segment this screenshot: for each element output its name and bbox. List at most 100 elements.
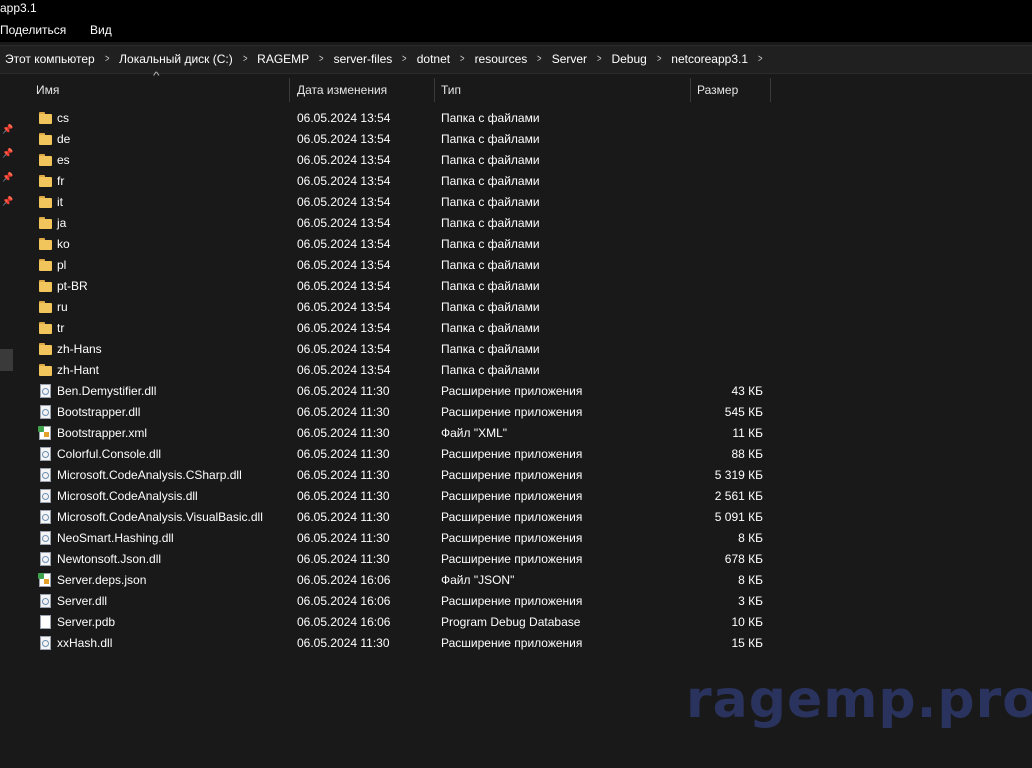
file-row[interactable]: Server.dll 06.05.2024 16:06 Расширение при…: [22, 591, 782, 612]
breadcrumb-item[interactable]: Debug: [611, 52, 646, 66]
file-row[interactable]: Colorful.Console.dll 06.05.2024 11:30 Расш…: [22, 444, 782, 465]
file-type: Папка с файлами: [441, 174, 540, 188]
file-name: pt-BR: [57, 279, 88, 293]
chevron-right-icon[interactable]: >: [105, 53, 110, 65]
file-name: it: [57, 195, 63, 209]
ribbon: Поделиться Вид: [0, 18, 1032, 42]
file-date: 06.05.2024 11:30: [297, 405, 390, 419]
file-date: 06.05.2024 11:30: [297, 531, 390, 545]
column-header-size[interactable]: Размер: [691, 78, 771, 102]
file-row[interactable]: pt-BR 06.05.2024 13:54 Папка с файлами: [22, 276, 782, 297]
chevron-right-icon[interactable]: >: [537, 53, 542, 65]
file-date: 06.05.2024 13:54: [297, 174, 391, 188]
file-size: 43 КБ: [731, 384, 763, 398]
file-type: Папка с файлами: [441, 300, 540, 314]
file-type: Папка с файлами: [441, 195, 540, 209]
address-bar[interactable]: Этот компьютер > Локальный диск (C:) > RAGEM…: [0, 45, 1032, 74]
file-date: 06.05.2024 11:30: [297, 468, 390, 482]
file-name: fr: [57, 174, 65, 188]
file-row[interactable]: Microsoft.CodeAnalysis.dll 06.05.2024 11:…: [22, 486, 782, 507]
file-row[interactable]: Bootstrapper.xml 06.05.2024 11:30 Файл "XM…: [22, 423, 782, 444]
file-date: 06.05.2024 13:54: [297, 195, 391, 209]
breadcrumb-item[interactable]: netcoreapp3.1: [671, 52, 748, 66]
file-row[interactable]: Bootstrapper.dll 06.05.2024 11:30 Расширен…: [22, 402, 782, 423]
file-size: 2 561 КБ: [714, 489, 763, 503]
breadcrumb-item[interactable]: server-files: [334, 52, 393, 66]
column-header-name[interactable]: Имя: [30, 78, 290, 102]
file-name: Newtonsoft.Json.dll: [57, 552, 162, 566]
pin-icon[interactable]: 📌: [2, 124, 13, 134]
column-header-date[interactable]: Дата изменения: [291, 78, 435, 102]
file-name: Microsoft.CodeAnalysis.dll: [57, 489, 198, 503]
blank-file-icon: [40, 615, 51, 629]
breadcrumb-item[interactable]: RAGEMP: [257, 52, 309, 66]
navigation-selected-item[interactable]: [0, 349, 13, 371]
file-size: 678 КБ: [724, 552, 763, 566]
chevron-right-icon[interactable]: >: [657, 53, 662, 65]
file-row[interactable]: xxHash.dll 06.05.2024 11:30 Расширение при…: [22, 633, 782, 654]
breadcrumb-item[interactable]: Локальный диск (C:): [119, 52, 233, 66]
file-row[interactable]: Newtonsoft.Json.dll 06.05.2024 11:30 Расши…: [22, 549, 782, 570]
file-type: Папка с файлами: [441, 342, 540, 356]
file-size: 11 КБ: [732, 426, 763, 440]
file-date: 06.05.2024 13:54: [297, 321, 391, 335]
file-row[interactable]: NeoSmart.Hashing.dll 06.05.2024 11:30 Расш…: [22, 528, 782, 549]
file-date: 06.05.2024 13:54: [297, 216, 391, 230]
file-type: Папка с файлами: [441, 258, 540, 272]
file-row[interactable]: Ben.Demystifier.dll 06.05.2024 11:30 Расши…: [22, 381, 782, 402]
file-date: 06.05.2024 16:06: [297, 594, 391, 608]
file-row[interactable]: Server.deps.json 06.05.2024 16:06 Файл "JS…: [22, 570, 782, 591]
file-row[interactable]: it 06.05.2024 13:54 Папка с файлами: [22, 192, 782, 213]
breadcrumb-item[interactable]: Server: [552, 52, 587, 66]
file-type: Расширение приложения: [441, 552, 583, 566]
file-list: cs 06.05.2024 13:54 Папка с файлами de 06.05…: [22, 108, 782, 654]
file-row[interactable]: ja 06.05.2024 13:54 Папка с файлами: [22, 213, 782, 234]
chevron-right-icon[interactable]: >: [758, 53, 763, 65]
file-type: Расширение приложения: [441, 510, 583, 524]
column-header-type[interactable]: Тип: [435, 78, 691, 102]
breadcrumb-item[interactable]: resources: [475, 52, 528, 66]
folder-icon: [39, 175, 52, 187]
file-date: 06.05.2024 13:54: [297, 279, 391, 293]
chevron-right-icon[interactable]: >: [597, 53, 602, 65]
breadcrumb-item[interactable]: Этот компьютер: [5, 52, 95, 66]
file-row[interactable]: fr 06.05.2024 13:54 Папка с файлами: [22, 171, 782, 192]
file-name: zh-Hans: [57, 342, 102, 356]
pin-icon[interactable]: 📌: [2, 196, 13, 206]
file-row[interactable]: tr 06.05.2024 13:54 Папка с файлами: [22, 318, 782, 339]
file-row[interactable]: ru 06.05.2024 13:54 Папка с файлами: [22, 297, 782, 318]
file-type: Расширение приложения: [441, 594, 583, 608]
dll-file-icon: [40, 384, 51, 398]
pin-icon[interactable]: 📌: [2, 148, 13, 158]
chevron-right-icon[interactable]: >: [243, 53, 248, 65]
dll-file-icon: [40, 510, 51, 524]
share-menu[interactable]: Поделиться: [0, 23, 66, 37]
file-row[interactable]: zh-Hans 06.05.2024 13:54 Папка с файлами: [22, 339, 782, 360]
file-row[interactable]: Server.pdb 06.05.2024 16:06 Program Debug …: [22, 612, 782, 633]
chevron-right-icon[interactable]: >: [402, 53, 407, 65]
file-date: 06.05.2024 13:54: [297, 363, 391, 377]
dll-file-icon: [40, 552, 51, 566]
file-row[interactable]: Microsoft.CodeAnalysis.VisualBasic.dll 06…: [22, 507, 782, 528]
file-type: Расширение приложения: [441, 384, 583, 398]
file-type: Файл "XML": [441, 426, 508, 440]
file-row[interactable]: ko 06.05.2024 13:54 Папка с файлами: [22, 234, 782, 255]
file-row[interactable]: pl 06.05.2024 13:54 Папка с файлами: [22, 255, 782, 276]
file-size: 545 КБ: [724, 405, 763, 419]
file-name: ja: [57, 216, 67, 230]
dll-file-icon: [40, 447, 51, 461]
chevron-right-icon[interactable]: >: [460, 53, 465, 65]
file-name: Ben.Demystifier.dll: [57, 384, 157, 398]
breadcrumb-item[interactable]: dotnet: [417, 52, 450, 66]
watermark-text: ragemp.pro: [686, 670, 1032, 730]
pin-icon[interactable]: 📌: [2, 172, 13, 182]
file-row[interactable]: cs 06.05.2024 13:54 Папка с файлами: [22, 108, 782, 129]
file-size: 10 КБ: [731, 615, 763, 629]
xml-file-icon: [38, 426, 51, 440]
file-row[interactable]: Microsoft.CodeAnalysis.CSharp.dll 06.05.2…: [22, 465, 782, 486]
file-row[interactable]: es 06.05.2024 13:54 Папка с файлами: [22, 150, 782, 171]
view-menu[interactable]: Вид: [90, 23, 112, 37]
file-row[interactable]: zh-Hant 06.05.2024 13:54 Папка с файлами: [22, 360, 782, 381]
chevron-right-icon[interactable]: >: [319, 53, 324, 65]
file-row[interactable]: de 06.05.2024 13:54 Папка с файлами: [22, 129, 782, 150]
